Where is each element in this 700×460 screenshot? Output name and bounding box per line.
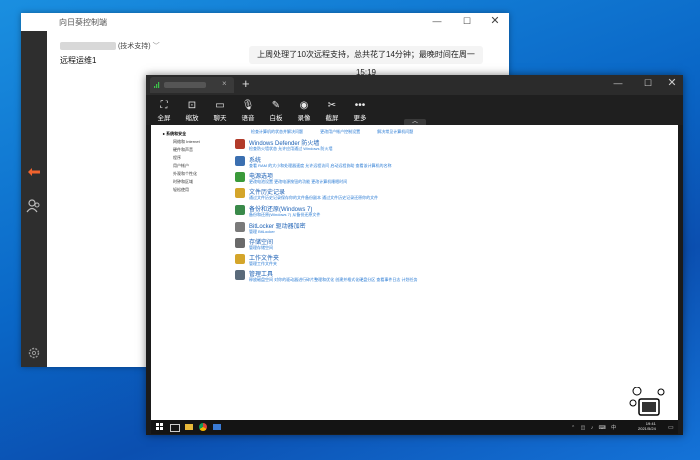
controller-sidebar (21, 31, 47, 367)
backup-icon (235, 205, 245, 215)
more-icon: ••• (354, 100, 366, 111)
inner-close-icon[interactable]: ✕ (660, 76, 684, 89)
windows-start-icon[interactable] (156, 423, 163, 430)
nav-item[interactable]: 外观和个性化 (173, 171, 197, 177)
signal-icon (154, 82, 160, 88)
link[interactable]: 检查计算机的状态并解决问题 (251, 129, 303, 134)
fullscreen-icon: ⛶ (160, 100, 168, 111)
record-icon: ◉ (299, 100, 309, 111)
chrome-icon[interactable] (199, 423, 207, 431)
microphone-icon: 🎙 (241, 100, 255, 111)
screenshot-button[interactable]: ✂ 截屏 (320, 99, 344, 122)
voice-button[interactable]: 🎙 语音 (236, 99, 260, 122)
inner-maximize-icon[interactable]: ☐ (636, 78, 660, 89)
new-tab-icon[interactable]: + (242, 76, 250, 91)
sunflower-app-icon[interactable] (213, 424, 221, 430)
tab-close-icon[interactable]: × (222, 79, 227, 88)
category-links[interactable]: 管理存储空间 (249, 245, 273, 251)
zoom-button[interactable]: ⊡ 缩放 (180, 99, 204, 122)
category-links[interactable]: 备份和还原(Windows 7) 从备份还原文件 (249, 212, 320, 218)
session-name-blurred (164, 82, 206, 88)
task-view-icon[interactable] (170, 424, 180, 432)
nav-item[interactable]: 用户帐户 (173, 163, 189, 169)
remote-device-name: 远程运维1 (60, 56, 97, 65)
category-links[interactable]: 更改电池设置 更改电源按钮的功能 更改计算机睡眠时间 (249, 179, 347, 185)
more-button[interactable]: ••• 更多 (348, 99, 372, 122)
bitlocker-icon (235, 222, 245, 232)
category-links[interactable]: 通过文件历史记录保存你的文件备份副本 通过文件历史记录还原你的文件 (249, 195, 378, 201)
nav-item[interactable]: 轻松使用 (173, 187, 189, 193)
nav-item[interactable]: 程序 (173, 155, 181, 161)
clock-date: 2021/5/24 (638, 426, 656, 431)
fullscreen-button[interactable]: ⛶ 全屏 (152, 99, 176, 122)
chat-button[interactable]: ▭ 聊天 (208, 99, 232, 122)
account-name-blurred (60, 42, 116, 51)
minimize-icon[interactable]: — (425, 16, 449, 26)
nav-item[interactable]: 网络和 Internet (173, 139, 200, 145)
account-suffix: (技术支持) (117, 43, 151, 50)
chat-icon: ▭ (215, 100, 225, 111)
firewall-icon (235, 139, 245, 149)
category-links[interactable]: 管理工作文件夹 (249, 261, 277, 267)
remote-session-header: (技术支持) ﹀ 远程运维1 (60, 41, 160, 66)
session-tab[interactable]: × (150, 77, 234, 93)
close-icon[interactable]: ✕ (483, 14, 507, 27)
file-explorer-icon[interactable] (185, 424, 193, 430)
file-history-icon (235, 188, 245, 198)
sunflower-mascot-icon (629, 387, 669, 417)
notification-icon[interactable]: ▭ (668, 424, 674, 431)
tray-icons[interactable]: ⌃ ◫ ♪ ⌨ 中 (571, 424, 618, 431)
taskbar-clock[interactable]: 19:41 2021/5/24 (638, 421, 656, 431)
category-list: Windows Defender 防火墙 检查防火墙状态 允许应用通过 Wind… (235, 139, 535, 289)
record-button[interactable]: ◉ 录像 (292, 99, 316, 122)
system-icon (235, 156, 245, 166)
scissors-icon: ✂ (327, 100, 337, 111)
admin-tools-icon (235, 270, 245, 280)
controller-titlebar: 向日葵控制端 — ☐ ✕ (21, 13, 509, 31)
contacts-icon[interactable] (26, 198, 42, 214)
category-links[interactable]: 管理 BitLocker (249, 229, 275, 235)
category-links[interactable]: 查看 RAM 的大小和处理器速度 允许远程访问 启动远程协助 查看该计算机的名称 (249, 163, 391, 169)
nav-item[interactable]: 硬件和声音 (173, 147, 193, 153)
remote-desktop-window: × + — ☐ ✕ ⛶ 全屏 ⊡ 缩放 ▭ 聊天 🎙 语音 ✎ 白板 ◉ 录像 ✂ 截屏 ••… (146, 75, 683, 435)
remote-control-icon[interactable] (27, 167, 41, 177)
link[interactable]: 解决常见计算机问题 (377, 129, 413, 134)
remote-taskbar: ⌃ ◫ ♪ ⌨ 中 19:41 2021/5/24 ▭ (151, 420, 678, 434)
zoom-icon: ⊡ (187, 100, 197, 111)
storage-spaces-icon (235, 238, 245, 248)
nav-item-system-security[interactable]: ▸ 系统和安全 (163, 131, 186, 137)
category-links[interactable]: 检查防火墙状态 允许应用通过 Windows 防火墙 (249, 146, 333, 152)
top-links-row: 检查计算机的状态并解决问题 更改用户帐户控制设置 解决常见计算机问题 (251, 129, 413, 135)
whiteboard-button[interactable]: ✎ 白板 (264, 99, 288, 122)
power-icon (235, 172, 245, 182)
remote-toolbar: ⛶ 全屏 ⊡ 缩放 ▭ 聊天 🎙 语音 ✎ 白板 ◉ 录像 ✂ 截屏 ••• 更多 ︿ (146, 95, 683, 125)
work-folders-icon (235, 254, 245, 264)
remote-screen[interactable]: ▸ 系统和安全 网络和 Internet 硬件和声音 程序 用户帐户 外观和个性… (151, 125, 678, 420)
chevron-down-icon[interactable]: ﹀ (153, 43, 160, 50)
nav-item[interactable]: 时钟和区域 (173, 179, 193, 185)
category-links[interactable]: 释放磁盘空间 对你的驱动器进行碎片整理和优化 创建并格式化硬盘分区 查看事件日志… (249, 277, 417, 283)
inner-minimize-icon[interactable]: — (606, 78, 630, 88)
settings-gear-icon[interactable] (28, 347, 40, 359)
controller-title: 向日葵控制端 (59, 18, 107, 27)
whiteboard-icon: ✎ (271, 100, 281, 111)
link[interactable]: 更改用户帐户控制设置 (320, 129, 360, 134)
session-tabbar: × + — ☐ ✕ (146, 75, 683, 95)
weekly-stats-notice: 上周处理了10次远程支持，总共花了14分钟；最晚时间在周一 15:19 (249, 46, 483, 77)
maximize-icon[interactable]: ☐ (455, 16, 479, 27)
